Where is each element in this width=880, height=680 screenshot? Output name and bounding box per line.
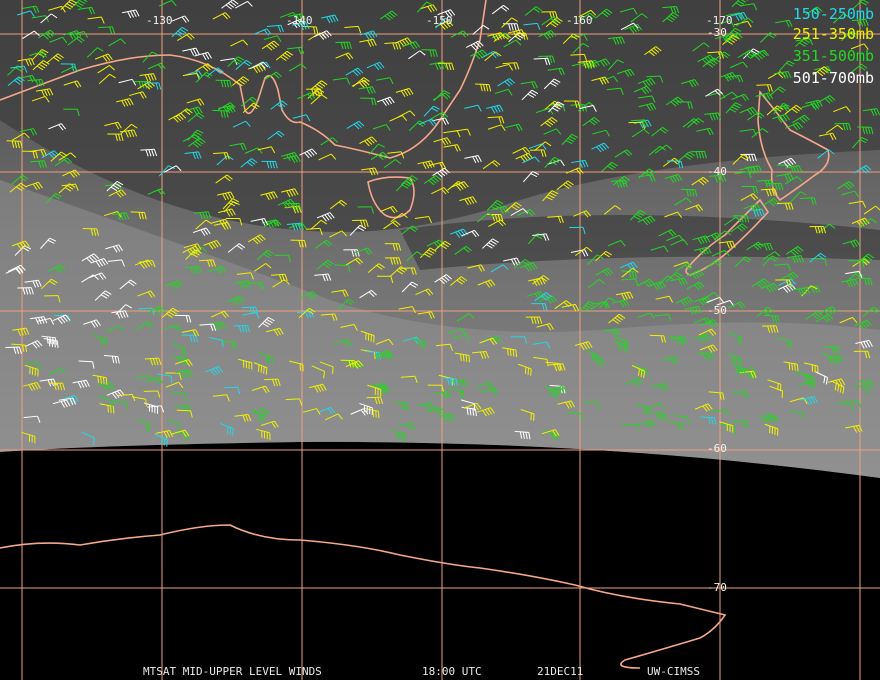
caption-date: 21DEC11 (537, 665, 584, 678)
map-canvas (0, 0, 880, 680)
lat-label-40: -40 (707, 165, 727, 178)
image-caption: MTSAT MID-UPPER LEVEL WINDS 18:00 UTC 21… (0, 665, 880, 679)
lat-label-60: -60 (707, 442, 727, 455)
lat-label-30: -30 (707, 26, 727, 39)
caption-product: MTSAT MID-UPPER LEVEL WINDS (143, 665, 322, 678)
antarctica-coast (0, 524, 727, 669)
caption-source: UW-CIMSS (647, 665, 700, 678)
lat-label-70: -70 (707, 581, 727, 594)
lon-label-150: -150 (426, 14, 453, 27)
satellite-image (0, 0, 880, 478)
legend-251-350mb: 251-350mb (792, 25, 874, 43)
lat-label-50: -50 (707, 304, 727, 317)
legend-150-250mb: 150-250mb (792, 5, 874, 23)
legend-501-700mb: 501-700mb (792, 69, 874, 87)
lon-label-170: -170 (706, 14, 733, 27)
satellite-wind-map: -130 -140 -150 -160 -170 -30 -40 -50 -60… (0, 0, 880, 680)
lon-label-160: -160 (566, 14, 593, 27)
lon-label-140: -140 (286, 14, 313, 27)
caption-time: 18:00 UTC (422, 665, 482, 678)
legend-351-500mb: 351-500mb (792, 47, 874, 65)
lon-label-130: -130 (146, 14, 173, 27)
